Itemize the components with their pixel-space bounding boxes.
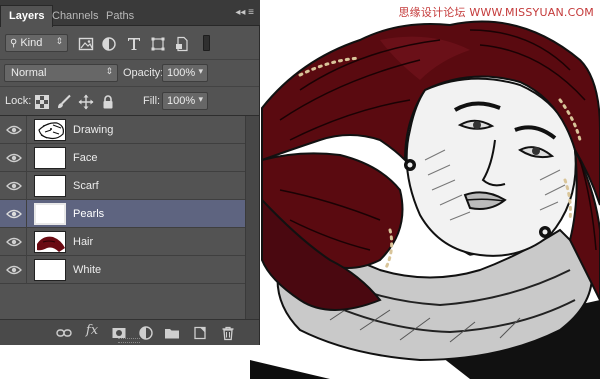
layer-thumbnail[interactable] (34, 175, 66, 197)
eye-icon[interactable] (6, 236, 22, 248)
layer-name[interactable]: White (73, 264, 101, 276)
resize-grip[interactable] (118, 338, 140, 343)
kind-filter-label: Kind (20, 37, 43, 49)
kind-filter-dropdown[interactable]: ⚲ Kind ⇕ (5, 34, 68, 52)
fill-label: Fill: (143, 95, 161, 107)
eye-icon[interactable] (6, 208, 22, 220)
panel-tab-bar: Layers Channels Paths ◂◂ ≡ (0, 0, 260, 27)
fill-value: 100% (167, 95, 196, 107)
lock-image-pixels-icon[interactable] (56, 94, 72, 110)
blend-mode-dropdown[interactable]: Normal ⇕ (4, 64, 118, 82)
filter-toggle-switch[interactable] (203, 35, 210, 51)
image-filter-icon[interactable] (78, 36, 94, 52)
layer-name[interactable]: Pearls (73, 208, 104, 220)
watermark-text: 思缘设计论坛 WWW.MISSYUAN.COM (398, 6, 594, 19)
search-icon: ⚲ (10, 38, 18, 49)
chevron-updown-icon: ⇕ (105, 66, 113, 76)
trash-icon[interactable] (220, 325, 236, 341)
layer-thumbnail[interactable] (34, 231, 66, 253)
layer-thumbnail[interactable] (34, 119, 66, 141)
chevron-updown-icon: ⇕ (55, 36, 63, 46)
fx-icon[interactable]: fx (84, 323, 100, 339)
layer-thumbnail[interactable] (34, 259, 66, 281)
layer-row-white[interactable]: White (0, 256, 245, 284)
adjustment-filter-icon[interactable] (101, 36, 117, 52)
layer-list-scrollbar[interactable] (245, 116, 259, 319)
lock-row: Lock: Fill: 100% ▾ (0, 87, 259, 116)
lock-transparent-pixels-icon[interactable] (34, 94, 50, 110)
filter-row: ⚲ Kind ⇕ (0, 27, 259, 60)
layer-row-scarf[interactable]: Scarf (0, 172, 245, 200)
layer-name[interactable]: Scarf (73, 180, 99, 192)
opacity-label: Opacity: (123, 67, 164, 79)
layer-row-hair[interactable]: Hair (0, 228, 245, 256)
layer-row-drawing[interactable]: Drawing (0, 116, 245, 144)
lock-label: Lock: (5, 95, 32, 107)
lock-all-icon[interactable] (100, 94, 116, 110)
opacity-field[interactable]: 100% ▾ (162, 64, 208, 82)
layer-name[interactable]: Face (73, 152, 97, 164)
blend-mode-value: Normal (11, 67, 47, 79)
opacity-value: 100% (167, 67, 196, 79)
eye-icon[interactable] (6, 264, 22, 276)
eye-icon[interactable] (6, 180, 22, 192)
adjustment-layer-icon[interactable] (138, 325, 154, 341)
layer-row-face[interactable]: Face (0, 144, 245, 172)
lock-position-icon[interactable] (78, 94, 94, 110)
panel-menu-icon[interactable]: ◂◂ ≡ (235, 7, 254, 18)
layers-panel: Layers Channels Paths ◂◂ ≡ ⚲ Kind ⇕ Norma… (0, 0, 260, 345)
fill-field[interactable]: 100% ▾ (162, 92, 208, 110)
chevron-down-icon[interactable]: ▾ (198, 94, 203, 105)
shape-filter-icon[interactable] (150, 36, 166, 52)
eye-icon[interactable] (6, 152, 22, 164)
chevron-down-icon[interactable]: ▾ (198, 66, 203, 77)
blend-row: Normal ⇕ Opacity: 100% ▾ (0, 60, 259, 87)
layer-thumbnail[interactable] (34, 203, 66, 225)
new-group-icon[interactable] (164, 325, 180, 341)
eye-icon[interactable] (6, 124, 22, 136)
smart-object-filter-icon[interactable] (174, 36, 190, 52)
layer-name[interactable]: Hair (73, 236, 93, 248)
layer-name[interactable]: Drawing (73, 124, 113, 136)
tab-paths[interactable]: Paths (98, 6, 142, 26)
link-layers-icon[interactable] (56, 325, 72, 341)
type-filter-icon[interactable] (126, 36, 142, 52)
layer-row-pearls[interactable]: Pearls (0, 200, 245, 228)
new-layer-icon[interactable] (192, 325, 208, 341)
layer-list: Drawing Face Scarf Pearls Hair White (0, 116, 245, 319)
layer-thumbnail[interactable] (34, 147, 66, 169)
